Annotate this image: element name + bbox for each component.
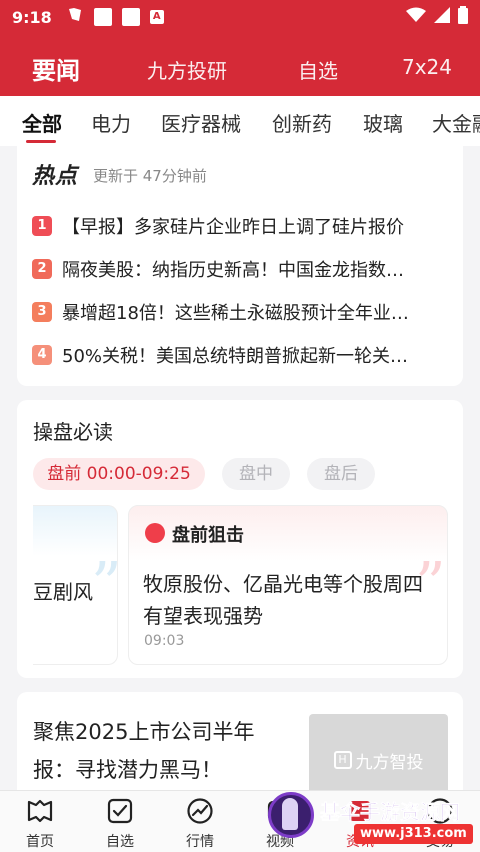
watermark-url: www.j313.com [354,824,473,844]
hot-item-text: 暴增超18倍！这些稀土永磁股预计全年业… [62,303,409,324]
nav-market-label: 行情 [186,834,214,850]
hot-item-text: 【早报】多家硅片企业昨日上调了硅片报价 [62,217,404,238]
hot-list-item[interactable]: 2 隔夜美股：纳指历史新高！中国金龙指数… [32,254,452,284]
hot-updated-time: 更新于 47分钟前 [93,167,207,185]
nav-home[interactable]: 首页 [0,791,80,852]
tab-watchlist[interactable]: 自选 [298,55,338,84]
top-tab-bar: 要闻 九方投研 自选 7x24 [0,34,480,96]
rank-badge: 2 [32,259,52,279]
category-active-indicator [26,140,56,143]
pill-after-market[interactable]: 盘后 [307,458,375,490]
category-all[interactable]: 全部 [22,108,62,137]
watermark-text: 基伞手游资源网 [320,800,461,825]
status-time: 9:18 [12,7,52,27]
notification-square-icon [93,8,112,26]
category-glass[interactable]: 玻璃 [363,108,403,137]
nav-market[interactable]: 行情 [160,791,240,852]
main-card-time: 09:03 [144,633,185,649]
watermark-figure-icon [282,798,298,830]
tab-jiufang-research[interactable]: 九方投研 [147,55,227,84]
jiufang-logo-icon: H [333,751,352,769]
category-power[interactable]: 电力 [91,108,131,137]
prev-card-text: 豆剧风 [33,580,93,604]
main-card-title: 牧原股份、亿晶光电等个股周四有望表现强势 [143,572,423,628]
hot-item-text: 50%关税！美国总统特朗普掀起新一轮关… [62,346,409,367]
red-dot-icon [145,523,165,543]
signal-icon [434,7,450,27]
hot-title: 热点 [32,164,79,189]
app-notification-icon [66,6,84,28]
pill-pre-market[interactable]: 盘前 00:00-09:25 [33,458,205,490]
hot-list-item[interactable]: 3 暴增超18倍！这些稀土永磁股预计全年业… [32,297,452,327]
checkbox-icon [107,798,133,824]
operation-prev-card[interactable]: 豆剧风 ” [33,505,118,665]
thumbnail-text: 九方智投 [355,752,424,773]
hot-list-item[interactable]: 1 【早报】多家硅片企业昨日上调了硅片报价 [32,211,452,241]
category-big-finance[interactable]: 大金融 [432,108,480,137]
tab-7x24[interactable]: 7x24 [402,55,452,79]
home-icon [27,799,53,823]
pill-intraday[interactable]: 盘中 [222,458,290,490]
category-innovative-drugs[interactable]: 创新药 [272,108,332,137]
rank-badge: 1 [32,216,52,236]
article-title[interactable]: 聚焦2025上市公司半年报：寻找潜力黑马！ [33,713,283,789]
hot-list-item[interactable]: 4 50%关税！美国总统特朗普掀起新一轮关… [32,340,452,370]
wifi-icon [406,7,426,27]
nav-watchlist-label: 自选 [106,834,134,850]
nav-home-label: 首页 [26,834,54,850]
quote-mark-icon: ” [91,550,117,620]
watermark: 基伞手游资源网 www.j313.com [268,790,480,852]
operation-title: 操盘必读 [33,420,113,444]
battery-icon [458,6,468,28]
main-card-label: 盘前狙击 [172,525,244,546]
status-bar: 9:18 A [0,0,480,34]
rank-badge: 4 [32,345,52,365]
hot-item-text: 隔夜美股：纳指历史新高！中国金龙指数… [62,260,404,281]
tab-headlines[interactable]: 要闻 [32,51,80,86]
operation-main-card[interactable]: 盘前狙击 ” 牧原股份、亿晶光电等个股周四有望表现强势 09:03 [128,505,448,665]
notification-square-icon-2 [121,8,140,26]
market-trend-icon [187,798,213,824]
nav-watchlist[interactable]: 自选 [80,791,160,852]
notification-a-icon: A [149,10,164,24]
category-bar: 全部 电力 医疗器械 创新药 玻璃 大金融 [0,96,480,146]
category-medical-devices[interactable]: 医疗器械 [161,108,241,137]
rank-badge: 3 [32,302,52,322]
